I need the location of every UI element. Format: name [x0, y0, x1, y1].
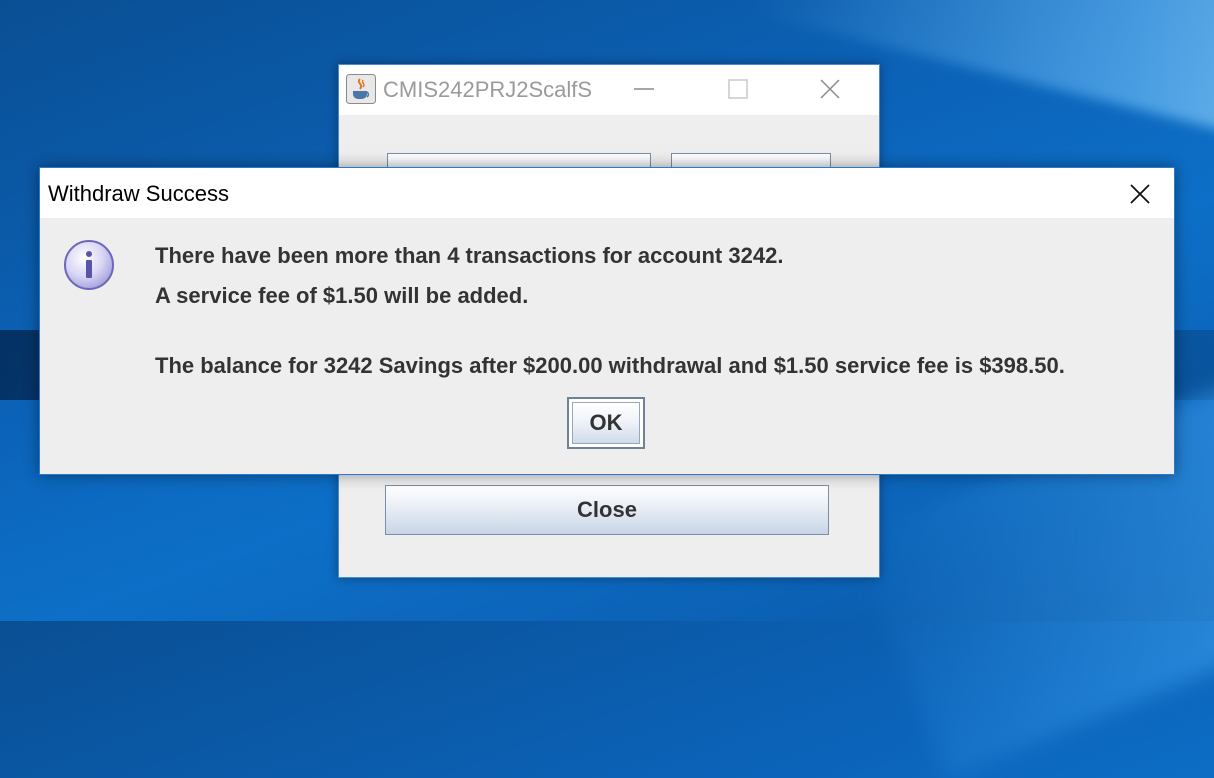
dialog-message-line: A service fee of $1.50 will be added.: [155, 283, 529, 308]
ok-button-label: OK: [572, 402, 640, 444]
ok-button[interactable]: OK: [567, 397, 645, 449]
maximize-icon: [728, 79, 748, 99]
dialog-message-line: There have been more than 4 transactions…: [155, 243, 784, 268]
dialog-title: Withdraw Success: [48, 181, 229, 206]
dialog-titlebar[interactable]: Withdraw Success: [40, 168, 1174, 218]
java-icon: [346, 74, 376, 104]
dialog-close-button[interactable]: [1120, 176, 1160, 212]
minimize-icon: [634, 88, 654, 90]
info-icon: [64, 240, 114, 290]
close-icon: [820, 79, 840, 99]
close-button[interactable]: Close: [385, 485, 829, 535]
withdraw-success-dialog: Withdraw Success There have been more th…: [39, 167, 1175, 475]
main-window-titlebar[interactable]: CMIS242PRJ2ScalfS: [339, 65, 879, 115]
maximize-button[interactable]: [715, 71, 761, 107]
close-icon: [1130, 184, 1150, 204]
main-window-title: CMIS242PRJ2ScalfS: [383, 77, 593, 102]
dialog-message-line: The balance for 3242 Savings after $200.…: [155, 353, 1065, 378]
main-close-button[interactable]: [807, 71, 853, 107]
minimize-button[interactable]: [621, 71, 667, 107]
